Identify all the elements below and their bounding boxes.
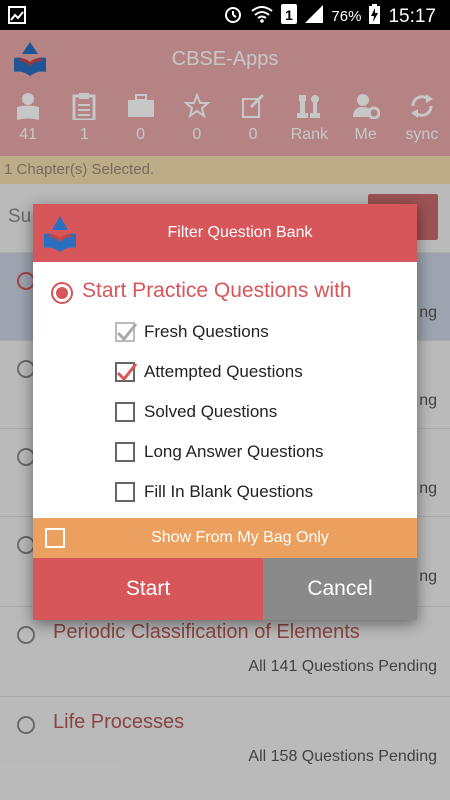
screenshot-icon [8,6,26,29]
fill-in-blank-questions-label: Fill In Blank Questions [144,482,314,501]
dialog-body: Start Practice Questions with Fresh Ques… [33,262,417,518]
battery-percent: 76% [331,8,362,25]
attempted-questions-checkbox[interactable] [115,362,138,382]
start-practice-radio[interactable] [51,282,73,304]
show-from-bag-label: Show From My Bag Only [151,529,329,546]
wifi-icon [251,5,274,28]
fresh-questions-checkbox[interactable] [115,322,138,342]
dialog-title: Filter Question Bank [167,224,313,241]
check-icon [116,323,138,342]
start-button[interactable]: Start [33,558,263,620]
cancel-button[interactable]: Cancel [263,558,417,620]
long-answer-questions-label: Long Answer Questions [144,442,324,461]
svg-text:1: 1 [286,7,294,23]
start-practice-heading: Start Practice Questions with [82,279,352,302]
filter-dialog: Filter Question Bank Start Practice Ques… [33,204,417,620]
signal-icon [305,5,324,28]
battery-charging-icon [369,4,381,29]
show-from-bag-row[interactable]: Show From My Bag Only [33,518,417,558]
status-bar: 1 76% 15:17 [0,0,450,30]
solved-questions-label: Solved Questions [144,402,278,421]
long-answer-questions-checkbox[interactable] [115,442,135,462]
dialog-header: Filter Question Bank [33,204,417,262]
fresh-questions-label: Fresh Questions [144,322,269,341]
alarm-icon [223,4,243,29]
attempted-questions-label: Attempted Questions [144,362,303,381]
solved-questions-checkbox[interactable] [115,402,135,422]
sim-1-icon: 1 [281,4,298,29]
fill-in-blank-questions-checkbox[interactable] [115,482,135,502]
clock: 15:17 [388,5,436,27]
check-icon [116,363,138,382]
